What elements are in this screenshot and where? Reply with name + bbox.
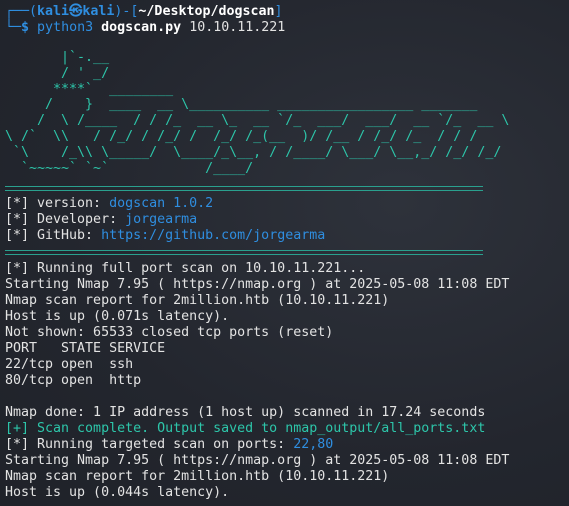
output-line: Nmap scan report for 2million.htb (10.10… (5, 293, 390, 308)
prompt-bracket-close: ] (274, 4, 283, 19)
version-label: [*] version: (5, 196, 110, 211)
shell-prompt: ┌──(kali㉿kali)-[~/Desktop/dogscan] └─$ p… (5, 4, 285, 36)
port-row: 80/tcp open http (5, 373, 142, 388)
version-value: dogscan 1.0.2 (109, 196, 214, 211)
prompt-dollar: $ (21, 20, 30, 36)
output-line: Nmap scan report for 2million.htb (10.10… (5, 469, 390, 484)
github-label: [*] GitHub: (5, 228, 102, 244)
output-line: [*] Running full port scan on 10.10.11.2… (5, 261, 366, 276)
developer-value: jorgearma (125, 212, 198, 228)
github-link[interactable]: https://github.com/jorgearma (101, 228, 325, 243)
separator-top (5, 186, 483, 191)
dogscan-ascii-banner: |`-.__ / ' _/ ****` ________ / } ____ __… (5, 50, 510, 176)
developer-label: [*] Developer: (5, 212, 126, 228)
output-line: Host is up (0.044s latency). (5, 485, 230, 500)
output-line: Host is up (0.071s latency). (5, 309, 230, 324)
output-line: Starting Nmap 7.95 ( https://nmap.org ) … (5, 277, 510, 292)
prompt-path: ~/Desktop/dogscan (138, 4, 275, 19)
targeted-ports: 22,80 (293, 437, 334, 452)
output-line: Nmap done: 1 IP address (1 host up) scan… (5, 405, 486, 420)
output-line: Starting Nmap 7.95 ( https://nmap.org ) … (5, 453, 510, 468)
prompt-host: kali (82, 4, 115, 19)
scan-complete-message: [+] Scan complete. Output saved to nmap_… (5, 421, 486, 436)
command-args: 10.10.11.221 (189, 20, 286, 36)
prompt-bracket: )-[ (114, 4, 139, 19)
output-line: Not shown: 65533 closed tcp ports (reset… (5, 325, 334, 340)
separator-bottom (5, 250, 483, 255)
prompt-user: kali (37, 4, 70, 19)
output-line: [*] Running targeted scan on ports: (5, 437, 294, 452)
prompt-corner: ┌──( (5, 4, 38, 19)
port-row: 22/tcp open ssh (5, 357, 134, 372)
scan-output: [*] Running full port scan on 10.10.11.2… (5, 261, 509, 501)
prompt-corner-bottom: └─ (5, 20, 22, 36)
prompt-at-symbol: ㉿ (69, 4, 83, 19)
port-table-header: PORT STATE SERVICE (5, 341, 166, 356)
command-script: dogscan.py (101, 20, 182, 36)
command-name: python3 (37, 20, 94, 36)
info-block: [*] version: dogscan 1.0.2 [*] Developer… (5, 196, 325, 244)
